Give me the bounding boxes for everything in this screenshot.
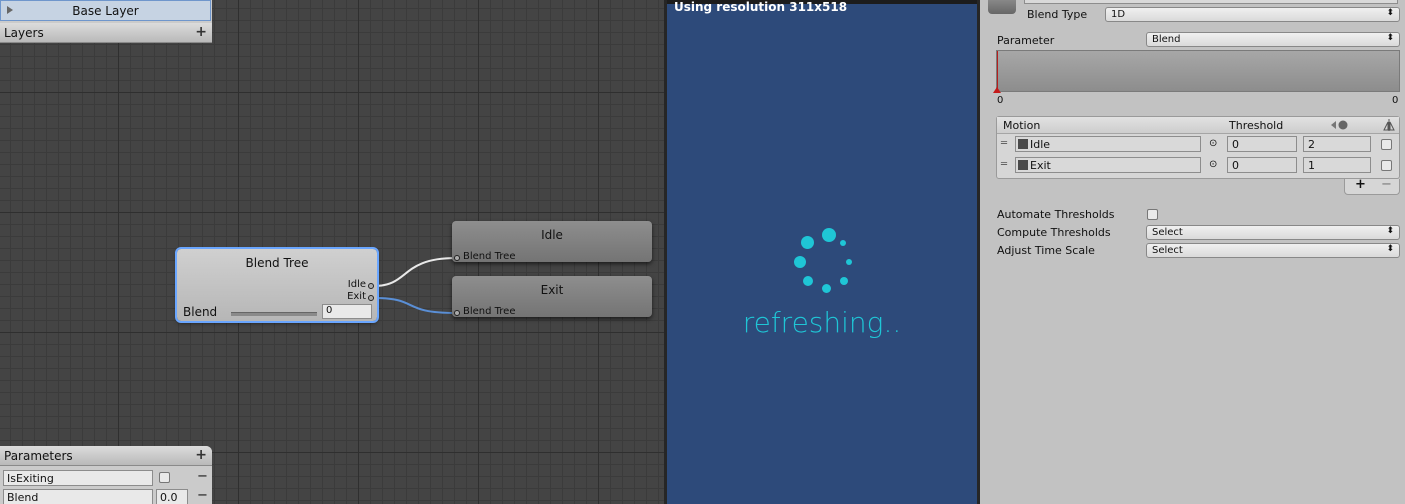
blend-type-value: 1D bbox=[1111, 9, 1126, 20]
exit-input-port[interactable] bbox=[454, 310, 460, 316]
remove-motion-button[interactable]: − bbox=[1381, 177, 1392, 192]
blend-tree-icon bbox=[988, 0, 1016, 14]
list-footer: + − bbox=[1344, 177, 1400, 195]
blend-slider[interactable] bbox=[231, 312, 317, 316]
time-scale-field[interactable]: 1 bbox=[1303, 157, 1371, 173]
resolution-text: Using resolution 311x518 bbox=[674, 0, 848, 14]
drag-handle-icon[interactable]: ═ bbox=[1001, 138, 1007, 149]
threshold-field[interactable]: 0 bbox=[1227, 157, 1297, 173]
graph-max-label: 0 bbox=[1392, 95, 1399, 106]
object-picker-icon[interactable]: ⊙ bbox=[1209, 138, 1217, 149]
motion-name: Idle bbox=[1030, 138, 1051, 151]
blend-type-label: Blend Type bbox=[1027, 8, 1088, 21]
remove-param-button[interactable]: − bbox=[197, 488, 208, 503]
parameters-panel: Parameters + IsExiting − Blend 0.0 − bbox=[0, 446, 212, 504]
time-scale-field[interactable]: 2 bbox=[1303, 136, 1371, 152]
layers-panel: Base Layer Layers + bbox=[0, 0, 212, 43]
exit-input-label: Blend Tree bbox=[463, 306, 516, 317]
graph-min-label: 0 bbox=[997, 95, 1004, 106]
output-idle-label: Idle bbox=[347, 279, 366, 290]
name-field[interactable] bbox=[1024, 0, 1398, 4]
blend-value-field[interactable]: 0 bbox=[322, 304, 372, 319]
layers-title: Layers bbox=[4, 26, 44, 40]
adjust-time-scale-value: Select bbox=[1152, 245, 1183, 256]
parameter-dropdown[interactable]: Blend ⬍ bbox=[1146, 32, 1400, 47]
add-layer-button[interactable]: + bbox=[195, 24, 207, 40]
animation-clip-icon bbox=[1018, 139, 1028, 149]
param-value-field[interactable]: 0.0 bbox=[156, 489, 188, 504]
motion-header: Motion bbox=[1003, 119, 1041, 132]
chevron-updown-icon: ⬍ bbox=[1386, 8, 1394, 18]
motion-field[interactable]: Idle bbox=[1015, 136, 1201, 152]
drag-handle-icon[interactable]: ═ bbox=[1001, 159, 1007, 170]
chevron-updown-icon: ⬍ bbox=[1386, 226, 1394, 236]
layers-header: Layers + bbox=[0, 23, 212, 43]
adjust-time-scale-label: Adjust Time Scale bbox=[997, 244, 1095, 257]
motion-field[interactable]: Exit bbox=[1015, 157, 1201, 173]
automate-thresholds-checkbox[interactable] bbox=[1147, 209, 1158, 220]
compute-thresholds-dropdown[interactable]: Select ⬍ bbox=[1146, 225, 1400, 240]
parameters-title: Parameters bbox=[4, 449, 73, 463]
compute-thresholds-value: Select bbox=[1152, 227, 1183, 238]
compute-thresholds-label: Compute Thresholds bbox=[997, 226, 1111, 239]
exit-node[interactable]: Exit Blend Tree bbox=[452, 276, 652, 317]
base-layer-item[interactable]: Base Layer bbox=[0, 0, 211, 21]
parameter-label: Parameter bbox=[997, 34, 1055, 47]
mirror-checkbox[interactable] bbox=[1381, 160, 1392, 171]
motion-list-header: Motion Threshold bbox=[997, 117, 1399, 134]
blend-type-dropdown[interactable]: 1D ⬍ bbox=[1105, 7, 1400, 22]
mirror-icon bbox=[1382, 118, 1396, 132]
threshold-field[interactable]: 0 bbox=[1227, 136, 1297, 152]
adjust-time-scale-dropdown[interactable]: Select ⬍ bbox=[1146, 243, 1400, 258]
idle-node[interactable]: Idle Blend Tree bbox=[452, 221, 652, 262]
idle-input-label: Blend Tree bbox=[463, 251, 516, 262]
param-name-field[interactable]: Blend bbox=[3, 489, 153, 504]
blend-tree-node[interactable]: Blend Tree Idle Exit Blend 0 bbox=[175, 247, 379, 323]
blend-marker-icon[interactable] bbox=[993, 87, 1001, 93]
output-exit-label: Exit bbox=[347, 291, 366, 302]
motion-name: Exit bbox=[1030, 159, 1051, 172]
isexiting-checkbox[interactable] bbox=[159, 472, 170, 483]
chevron-updown-icon: ⬍ bbox=[1386, 33, 1394, 43]
blend-marker-line bbox=[997, 51, 998, 91]
threshold-header: Threshold bbox=[1229, 119, 1284, 132]
add-parameter-button[interactable]: + bbox=[195, 447, 207, 463]
object-picker-icon[interactable]: ⊙ bbox=[1209, 159, 1217, 170]
add-motion-button[interactable]: + bbox=[1355, 177, 1366, 192]
parameter-value: Blend bbox=[1152, 34, 1181, 45]
output-idle-port[interactable] bbox=[368, 283, 374, 289]
exit-node-title: Exit bbox=[540, 283, 564, 297]
blend-graph[interactable] bbox=[993, 50, 1400, 93]
mirror-checkbox[interactable] bbox=[1381, 139, 1392, 150]
time-scale-icon bbox=[1330, 119, 1350, 131]
output-exit-port[interactable] bbox=[368, 295, 374, 301]
idle-node-title: Idle bbox=[541, 228, 563, 242]
motion-list: Motion Threshold ═ Idle ⊙ 0 2 ═ Exit ⊙ 0… bbox=[996, 116, 1400, 179]
inspector-panel: Blend Type 1D ⬍ Parameter Blend ⬍ 0 0 Mo… bbox=[980, 0, 1405, 504]
base-layer-label: Base Layer bbox=[72, 4, 139, 18]
remove-param-button[interactable]: − bbox=[197, 469, 208, 484]
parameters-header: Parameters + bbox=[0, 446, 212, 466]
param-name-field[interactable]: IsExiting bbox=[3, 470, 153, 486]
blend-tree-title: Blend Tree bbox=[245, 256, 309, 270]
animation-clip-icon bbox=[1018, 160, 1028, 170]
game-view: Using resolution 311x518 refreshing.. bbox=[664, 0, 980, 504]
chevron-updown-icon: ⬍ bbox=[1386, 244, 1394, 254]
loading-text: refreshing.. bbox=[742, 306, 902, 339]
blend-param-label: Blend bbox=[183, 305, 218, 319]
automate-thresholds-label: Automate Thresholds bbox=[997, 208, 1115, 221]
animator-graph[interactable]: Base Layer Layers + Blend Tree Idle Exit… bbox=[0, 0, 664, 504]
idle-input-port[interactable] bbox=[454, 255, 460, 261]
loading-spinner-icon bbox=[787, 225, 857, 295]
